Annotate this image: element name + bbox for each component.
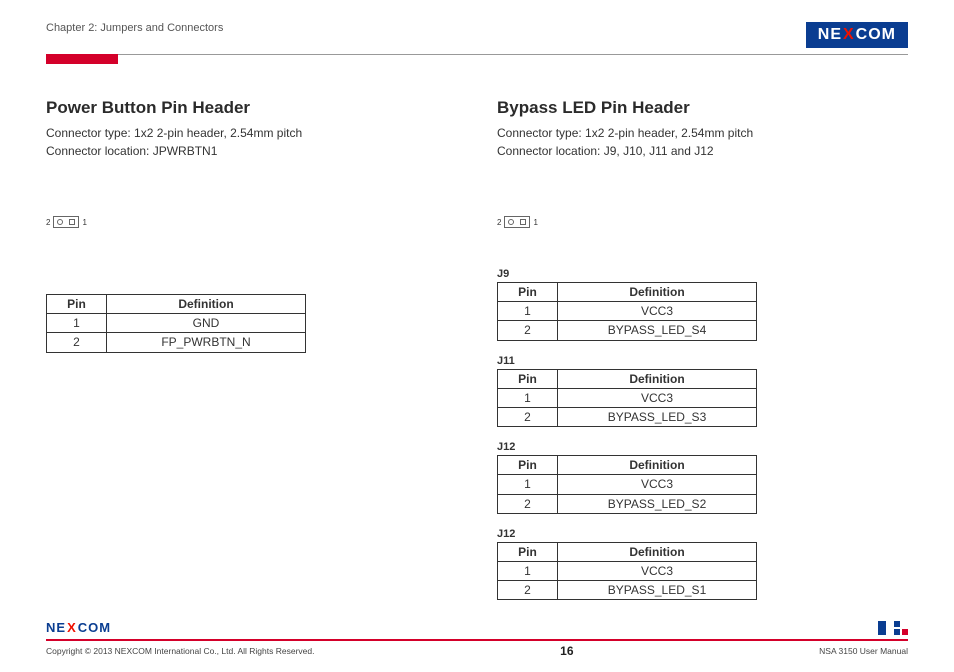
cell-def: VCC3 bbox=[558, 475, 757, 494]
pin-label-1: 1 bbox=[533, 218, 537, 227]
th-def: Definition bbox=[107, 295, 306, 314]
cell-def: VCC3 bbox=[558, 302, 757, 321]
right-desc-line2: Connector location: J9, J10, J11 and J12 bbox=[497, 142, 908, 160]
right-pin-table: PinDefinition1VCC32BYPASS_LED_S3 bbox=[497, 369, 757, 428]
brand-post: COM bbox=[856, 26, 896, 44]
cell-def: VCC3 bbox=[558, 561, 757, 580]
pin-label-2: 2 bbox=[46, 218, 50, 227]
table-row: 1VCC3 bbox=[498, 475, 757, 494]
brand-logo-bottom: NEXCOM bbox=[46, 620, 111, 635]
table-label: J9 bbox=[497, 268, 908, 280]
header-accent-bar bbox=[46, 54, 118, 64]
table-row: 2BYPASS_LED_S3 bbox=[498, 407, 757, 426]
left-column: Power Button Pin Header Connector type: … bbox=[46, 98, 457, 600]
cell-def: BYPASS_LED_S3 bbox=[558, 407, 757, 426]
cell-def: BYPASS_LED_S4 bbox=[558, 321, 757, 340]
right-column: Bypass LED Pin Header Connector type: 1x… bbox=[497, 98, 908, 600]
pin-label-2: 2 bbox=[497, 218, 501, 227]
table-label: J12 bbox=[497, 441, 908, 453]
cell-pin: 2 bbox=[498, 494, 558, 513]
cell-def: BYPASS_LED_S1 bbox=[558, 581, 757, 600]
pin2-icon bbox=[508, 219, 514, 225]
table-row: 2BYPASS_LED_S2 bbox=[498, 494, 757, 513]
right-pin-diagram: 2 1 bbox=[497, 216, 908, 228]
cell-def: VCC3 bbox=[558, 388, 757, 407]
table-row: 2BYPASS_LED_S4 bbox=[498, 321, 757, 340]
page-number: 16 bbox=[560, 644, 573, 658]
right-title: Bypass LED Pin Header bbox=[497, 98, 908, 118]
right-pin-table: PinDefinition1VCC32BYPASS_LED_S1 bbox=[497, 542, 757, 601]
copyright-text: Copyright © 2013 NEXCOM International Co… bbox=[46, 646, 314, 656]
right-pin-table: PinDefinition1VCC32BYPASS_LED_S2 bbox=[497, 455, 757, 514]
th-def: Definition bbox=[558, 283, 757, 302]
brand-x: X bbox=[66, 620, 78, 635]
table-row: 1 GND bbox=[47, 314, 306, 333]
footer-graphic-icon bbox=[878, 621, 908, 635]
cell-def: FP_PWRBTN_N bbox=[107, 333, 306, 352]
table-row: 2 FP_PWRBTN_N bbox=[47, 333, 306, 352]
cell-def: GND bbox=[107, 314, 306, 333]
cell-pin: 1 bbox=[498, 475, 558, 494]
pin2-icon bbox=[57, 219, 63, 225]
th-pin: Pin bbox=[47, 295, 107, 314]
cell-def: BYPASS_LED_S2 bbox=[558, 494, 757, 513]
pin-label-1: 1 bbox=[82, 218, 86, 227]
manual-name: NSA 3150 User Manual bbox=[819, 646, 908, 656]
cell-pin: 2 bbox=[498, 321, 558, 340]
th-def: Definition bbox=[558, 369, 757, 388]
th-pin: Pin bbox=[498, 283, 558, 302]
table-row: 1VCC3 bbox=[498, 302, 757, 321]
left-desc-line1: Connector type: 1x2 2-pin header, 2.54mm… bbox=[46, 124, 457, 142]
left-title: Power Button Pin Header bbox=[46, 98, 457, 118]
pin1-icon bbox=[520, 219, 526, 225]
th-pin: Pin bbox=[498, 369, 558, 388]
table-label: J12 bbox=[497, 528, 908, 540]
table-row: 1VCC3 bbox=[498, 561, 757, 580]
brand-pre: NE bbox=[46, 620, 66, 635]
cell-pin: 1 bbox=[498, 388, 558, 407]
cell-pin: 2 bbox=[498, 407, 558, 426]
footer-rule bbox=[46, 639, 908, 641]
brand-post: COM bbox=[78, 620, 111, 635]
right-pin-table: PinDefinition1VCC32BYPASS_LED_S4 bbox=[497, 282, 757, 341]
brand-pre: NE bbox=[818, 26, 842, 44]
chapter-label: Chapter 2: Jumpers and Connectors bbox=[46, 22, 223, 34]
left-pin-diagram: 2 1 bbox=[46, 216, 457, 228]
right-desc-line1: Connector type: 1x2 2-pin header, 2.54mm… bbox=[497, 124, 908, 142]
pin1-icon bbox=[69, 219, 75, 225]
brand-logo-top: NEXCOM bbox=[806, 22, 908, 48]
th-pin: Pin bbox=[498, 456, 558, 475]
table-row: 2BYPASS_LED_S1 bbox=[498, 581, 757, 600]
cell-pin: 1 bbox=[498, 561, 558, 580]
th-pin: Pin bbox=[498, 542, 558, 561]
table-row: 1VCC3 bbox=[498, 388, 757, 407]
cell-pin: 2 bbox=[498, 581, 558, 600]
left-desc-line2: Connector location: JPWRBTN1 bbox=[46, 142, 457, 160]
left-pin-table: Pin Definition 1 GND 2 FP_PWRBTN_N bbox=[46, 294, 306, 353]
table-label: J11 bbox=[497, 355, 908, 367]
cell-pin: 1 bbox=[498, 302, 558, 321]
header-rule bbox=[46, 54, 908, 55]
cell-pin: 2 bbox=[47, 333, 107, 352]
brand-x: X bbox=[842, 26, 856, 44]
th-def: Definition bbox=[558, 456, 757, 475]
th-def: Definition bbox=[558, 542, 757, 561]
cell-pin: 1 bbox=[47, 314, 107, 333]
